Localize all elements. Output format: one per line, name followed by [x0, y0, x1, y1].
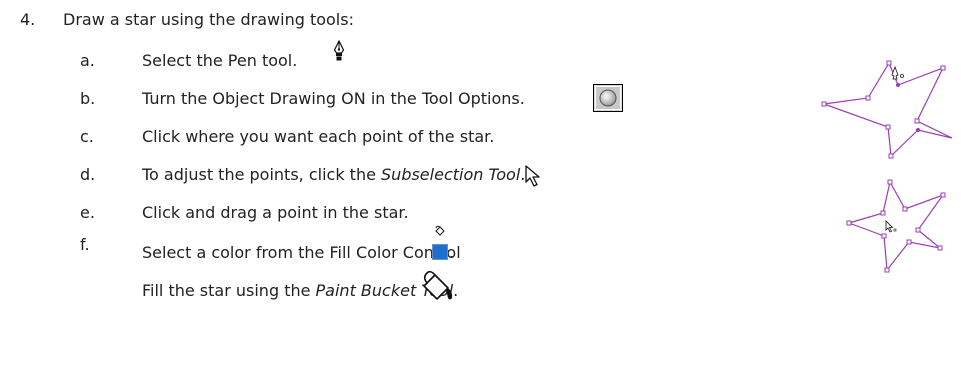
substep-a-letter: a.	[80, 51, 95, 70]
substep-d-text: To adjust the points, click the Subselec…	[142, 165, 526, 184]
paint-bucket-icon	[423, 270, 453, 300]
substep-f-text: Select a color from the Fill Color Contr…	[142, 243, 461, 262]
substep-e-text: Click and drag a point in the star.	[142, 203, 409, 222]
substep-fill-text: Fill the star using the Paint Bucket Too…	[142, 281, 459, 300]
fill-color-control-icon	[432, 244, 448, 260]
substep-b-letter: b.	[80, 89, 96, 108]
substep-c-letter: c.	[80, 127, 94, 146]
substep-a-text: Select the Pen tool.	[142, 51, 298, 70]
pen-tool-icon	[333, 40, 345, 61]
star-subselection-illustration	[846, 179, 946, 273]
substep-b-text: Turn the Object Drawing ON in the Tool O…	[142, 89, 525, 108]
substep-d-letter: d.	[80, 165, 96, 184]
substep-f-letter: f.	[80, 235, 90, 254]
subselection-arrow-icon	[525, 165, 540, 187]
star-pen-illustration	[821, 60, 953, 159]
substep-e-letter: e.	[80, 203, 95, 222]
substep-c-text: Click where you want each point of the s…	[142, 127, 495, 146]
paint-bucket-small-icon	[435, 225, 445, 236]
step-number: 4.	[20, 10, 36, 29]
substep-f-period: .	[449, 243, 455, 262]
object-drawing-icon	[593, 84, 623, 112]
step-title: Draw a star using the drawing tools:	[63, 10, 354, 29]
